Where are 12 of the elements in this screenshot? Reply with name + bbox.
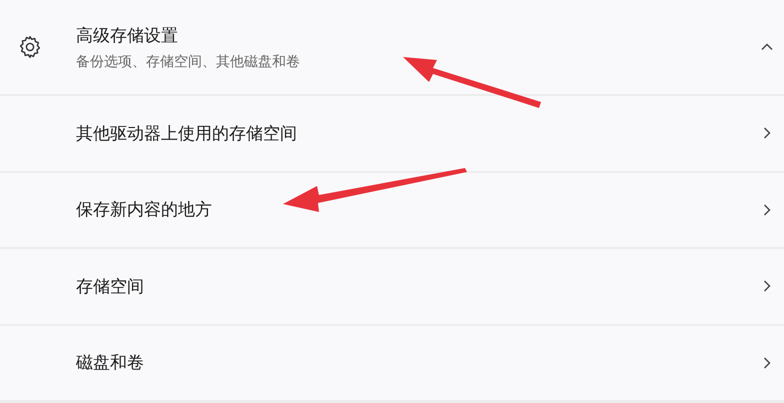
settings-row[interactable]: 磁盘和卷 xyxy=(0,326,784,400)
section-title: 高级存储设置 xyxy=(76,24,179,46)
row-label: 其他驱动器上使用的存储空间 xyxy=(76,122,298,145)
section-subtitle: 备份选项、存储空间、其他磁盘和卷 xyxy=(76,52,301,70)
row-label: 存储空间 xyxy=(76,276,145,298)
row-label: 保存新内容的地方 xyxy=(76,199,213,222)
settings-row[interactable]: 保存新内容的地方 xyxy=(0,172,784,247)
settings-row[interactable]: 存储空间 xyxy=(0,249,784,324)
settings-section-header[interactable]: 高级存储设置 备份选项、存储空间、其他磁盘和卷 xyxy=(0,0,784,94)
settings-icon xyxy=(17,34,43,60)
row-label: 磁盘和卷 xyxy=(76,352,145,374)
settings-row[interactable]: 其他驱动器上使用的存储空间 xyxy=(0,96,784,170)
